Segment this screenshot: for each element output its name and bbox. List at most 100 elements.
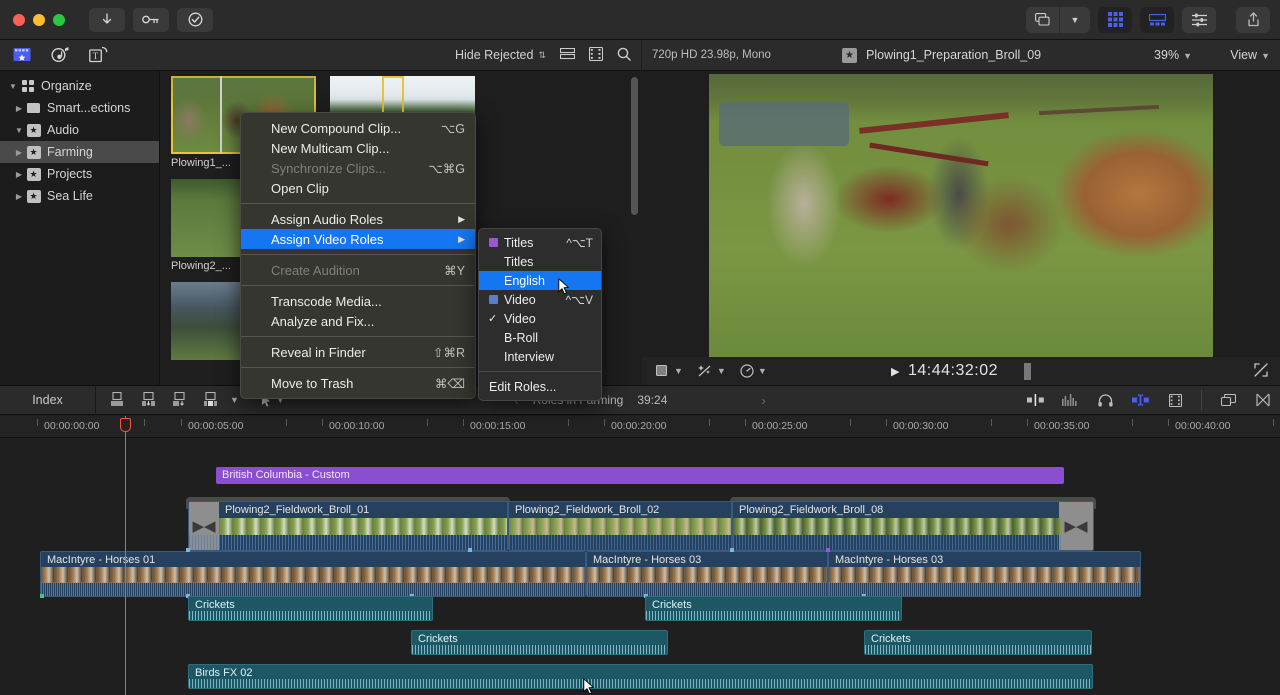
timeline-clip-audio[interactable]: Crickets [411,630,668,655]
submenu-item-titles-role[interactable]: Titles ^⌥T [479,233,601,252]
disclosure-triangle-icon[interactable]: ▼ [6,82,20,91]
audio-media-icon[interactable] [51,46,71,64]
inspector-sliders-icon[interactable] [1182,7,1216,33]
submenu-item-english-subrole[interactable]: English [479,271,601,290]
viewer-zoom-dropdown[interactable]: 39%▼ [1154,48,1192,62]
viewer-view-dropdown[interactable]: View▼ [1230,48,1270,62]
menu-item-assign-video-roles[interactable]: Assign Video Roles ▶ [241,229,475,249]
submenu-item-broll-subrole[interactable]: B-Roll [479,328,601,347]
submenu-item-label: Titles [504,236,533,250]
duplicate-icon[interactable] [1219,393,1237,408]
disclosure-triangle-icon[interactable]: ▶ [12,104,26,113]
timeline-clip-audio[interactable]: Birds FX 02 [188,664,1093,689]
insert-edit-icon[interactable] [141,392,158,408]
search-icon[interactable] [617,47,631,64]
libraries-sidebar[interactable]: ▼ Organize ▶ Smart...ections ▼ ★ Audio ▶… [0,71,160,385]
disclosure-triangle-icon[interactable]: ▶ [12,170,26,179]
fullscreen-icon[interactable] [1254,363,1268,380]
submenu-item-label: B-Roll [504,331,538,345]
timeline-clip-audio[interactable]: Crickets [188,596,433,621]
submenu-item-video-role[interactable]: Video ^⌥V [479,290,601,309]
sidebar-item-farming[interactable]: ▶ ★ Farming [0,141,159,163]
titles-media-icon[interactable]: T [89,46,109,64]
airplay-icon[interactable] [1026,7,1060,33]
speed-icon[interactable]: ▼ [740,364,767,378]
chevron-down-icon[interactable]: ▼ [1060,7,1090,33]
timeline-clip-video[interactable]: Plowing2_Fieldwork_Broll_08 ▶◀ [732,501,1094,551]
playhead-handle[interactable] [120,418,131,432]
close-icon[interactable] [1254,393,1272,408]
import-media-button[interactable] [89,8,125,32]
clip-appearance-icon[interactable] [1026,393,1044,408]
viewer-timecode[interactable]: ▶ 14:44:32:02 [891,362,1031,380]
overwrite-edit-icon[interactable] [203,392,220,408]
maximize-window-button[interactable] [53,14,65,26]
timeline-index-button[interactable]: Index [0,385,96,415]
timeline-toggle-button[interactable] [1140,7,1174,33]
audio-meters-icon[interactable] [1061,393,1079,408]
timeline-clip-video[interactable]: ▶◀ Plowing2_Fieldwork_Broll_01 [188,501,508,551]
display-options-icon[interactable]: ▼ [656,365,683,377]
sidebar-item-sea-life[interactable]: ▶ ★ Sea Life [0,185,159,207]
share-button[interactable] [1236,7,1270,33]
video-media-icon[interactable] [13,46,33,64]
menu-item-transcode-media[interactable]: Transcode Media... [241,291,475,311]
submenu-item-interview-subrole[interactable]: Interview [479,347,601,366]
hide-rejected-dropdown[interactable]: Hide Rejected ⇅ [455,48,546,62]
roles-icon[interactable] [1131,393,1149,408]
menu-item-move-to-trash[interactable]: Move to Trash ⌘⌫ [241,373,475,393]
sidebar-item-organize[interactable]: ▼ Organize [0,75,159,97]
chevron-down-icon[interactable]: ▼ [230,395,239,405]
inspector-toggle-button[interactable] [1182,7,1216,33]
disclosure-triangle-icon[interactable]: ▶ [12,148,26,157]
menu-item-reveal-in-finder[interactable]: Reveal in Finder ⇧⌘R [241,342,475,362]
timeline-panel[interactable]: 00:00:00:00 00:00:05:00 00:00:10:00 00:0… [0,416,1280,695]
minimize-window-button[interactable] [33,14,45,26]
timeline-clip-video[interactable]: MacIntyre - Horses 01 [40,551,586,597]
disclosure-triangle-icon[interactable]: ▶ [12,192,26,201]
timeline-tracks[interactable]: British Columbia - Custom ▶◀ Plowing2_Fi… [0,438,1280,695]
timeline-clip-audio[interactable]: Crickets [645,596,902,621]
timeline-index-icon[interactable] [1166,393,1184,408]
browser-grid-icon[interactable] [1098,7,1132,33]
menu-item-analyze-and-fix[interactable]: Analyze and Fix... [241,311,475,331]
history-forward-icon[interactable]: › [761,393,765,408]
transition-endcap-icon[interactable]: ▶◀ [1059,502,1093,550]
browser-toggle-button[interactable] [1098,7,1132,33]
timeline-clip-video[interactable]: MacIntyre - Horses 03 [586,551,828,597]
timeline-ruler[interactable]: 00:00:00:00 00:00:05:00 00:00:10:00 00:0… [0,416,1280,438]
submenu-item-edit-roles[interactable]: Edit Roles... [479,377,601,396]
menu-item-new-multicam-clip[interactable]: New Multicam Clip... [241,138,475,158]
assign-video-roles-submenu[interactable]: Titles ^⌥T Titles English Video ^⌥V ✓ Vi… [478,228,602,401]
timeline-clip-title[interactable]: British Columbia - Custom [216,467,1064,484]
timecode-scrubber[interactable] [1024,363,1031,380]
browser-toolbar: T Hide Rejected ⇅ [0,40,641,71]
timeline-clip-audio[interactable]: Crickets [864,630,1092,655]
submenu-item-titles-subrole[interactable]: Titles [479,252,601,271]
effects-icon[interactable]: ▼ [697,364,726,378]
sidebar-item-audio[interactable]: ▼ ★ Audio [0,119,159,141]
share-icon[interactable] [1236,7,1270,33]
append-edit-icon[interactable] [110,392,127,408]
keyword-editor-button[interactable] [133,8,169,32]
sidebar-item-smart-collections[interactable]: ▶ Smart...ections [0,97,159,119]
close-window-button[interactable] [13,14,25,26]
menu-item-new-compound-clip[interactable]: New Compound Clip... ⌥G [241,118,475,138]
headphones-icon[interactable] [1096,393,1114,408]
menu-item-assign-audio-roles[interactable]: Assign Audio Roles ▶ [241,209,475,229]
context-menu[interactable]: New Compound Clip... ⌥G New Multicam Cli… [240,112,476,399]
timeline-rows-icon[interactable] [1140,7,1174,33]
filmstrip-view-icon[interactable] [589,47,603,64]
browser-scrollbar[interactable] [631,77,638,215]
timeline-clip-video[interactable]: MacIntyre - Horses 03 [828,551,1141,597]
list-view-icon[interactable] [560,48,575,63]
connect-edit-icon[interactable] [172,392,189,408]
disclosure-triangle-icon[interactable]: ▼ [12,126,26,135]
playhead[interactable] [125,416,126,695]
timeline-clip-video[interactable]: Plowing2_Fieldwork_Broll_02 [508,501,732,551]
play-icon[interactable]: ▶ [891,365,900,378]
sidebar-item-projects[interactable]: ▶ ★ Projects [0,163,159,185]
submenu-item-video-subrole[interactable]: ✓ Video [479,309,601,328]
rating-button[interactable] [177,8,213,32]
menu-item-open-clip[interactable]: Open Clip [241,178,475,198]
